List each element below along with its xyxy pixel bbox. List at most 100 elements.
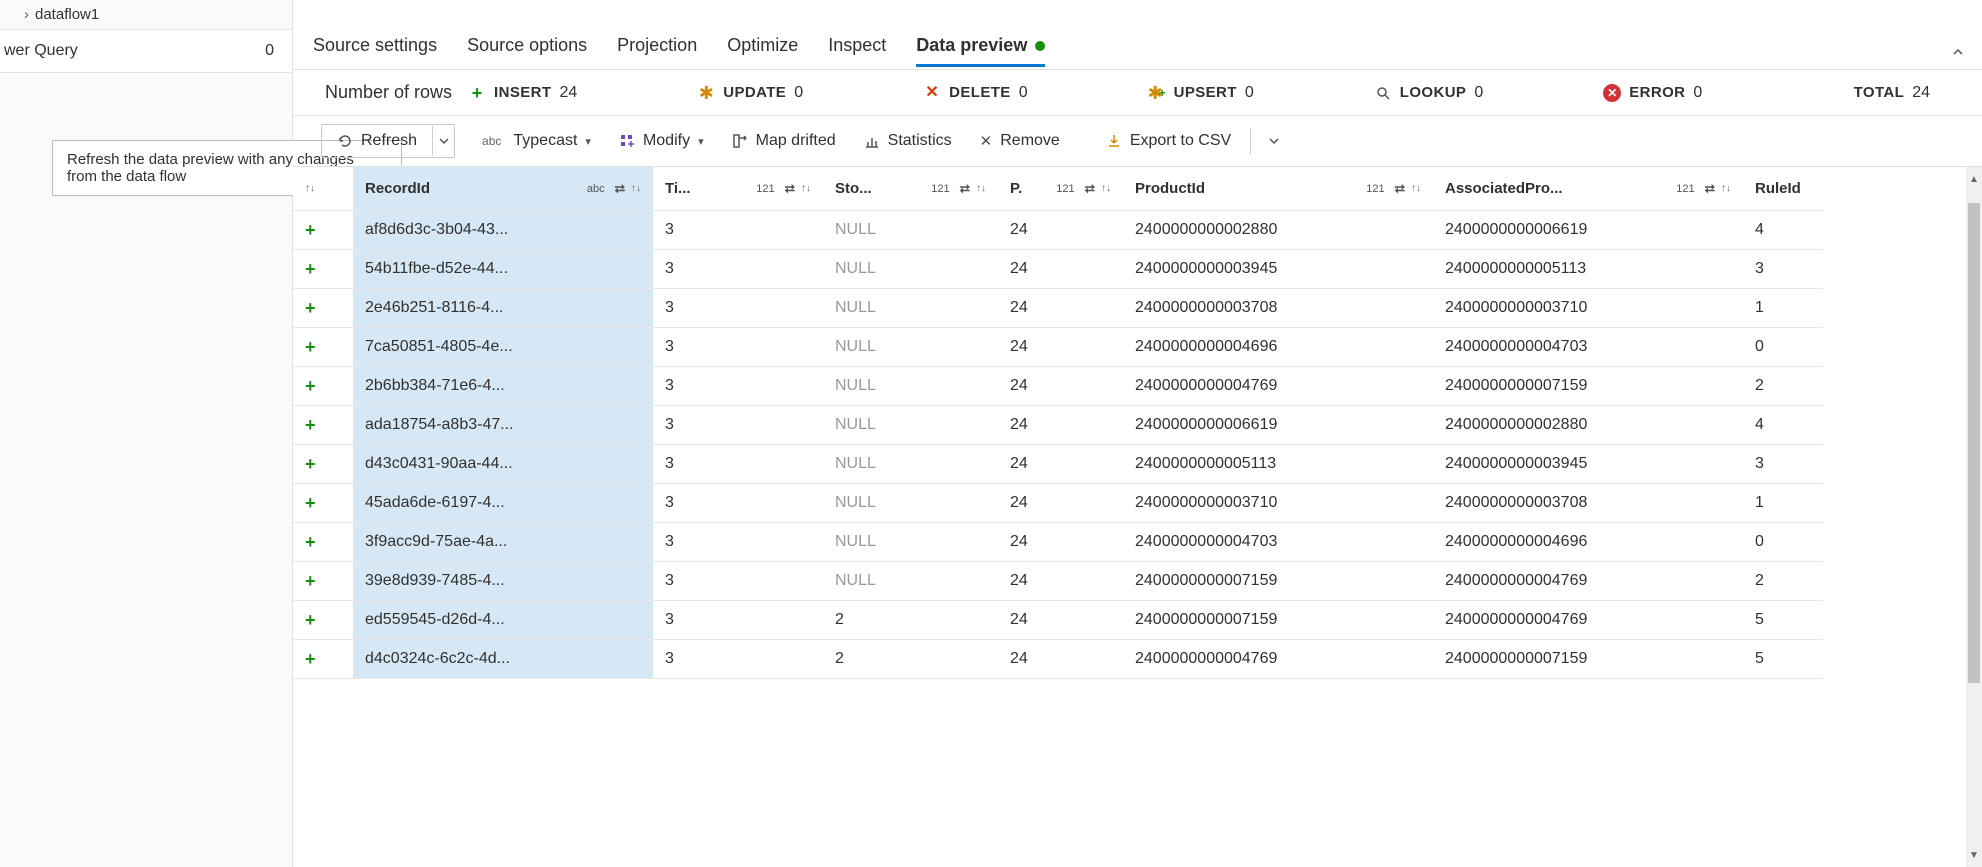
tab-projection[interactable]: Projection xyxy=(617,35,697,66)
cell-sto[interactable]: NULL xyxy=(823,211,998,250)
cell-sto[interactable]: NULL xyxy=(823,367,998,406)
cell-product[interactable]: 2400000000003708 xyxy=(1123,289,1433,328)
cell-status[interactable]: + xyxy=(293,211,353,250)
cell-sto[interactable]: NULL xyxy=(823,484,998,523)
collapse-icon[interactable] xyxy=(1950,44,1966,63)
cell-record[interactable]: 54b11fbe-d52e-44... xyxy=(353,250,653,289)
cell-sto[interactable]: NULL xyxy=(823,562,998,601)
cell-status[interactable]: + xyxy=(293,406,353,445)
cell-ti[interactable]: 3 xyxy=(653,640,823,679)
cell-assoc[interactable]: 2400000000004703 xyxy=(1433,328,1743,367)
cell-product[interactable]: 2400000000004769 xyxy=(1123,367,1433,406)
col-header-p[interactable]: P. 121 ⮂ xyxy=(998,167,1123,211)
cell-assoc[interactable]: 2400000000006619 xyxy=(1433,211,1743,250)
cell-sto[interactable]: 2 xyxy=(823,640,998,679)
cell-product[interactable]: 2400000000002880 xyxy=(1123,211,1433,250)
vertical-scrollbar[interactable]: ▲ ▼ xyxy=(1966,167,1982,867)
column-menu-icon[interactable]: ⮂ xyxy=(1085,181,1095,197)
cell-assoc[interactable]: 2400000000003708 xyxy=(1433,484,1743,523)
cell-ti[interactable]: 3 xyxy=(653,250,823,289)
cell-sto[interactable]: NULL xyxy=(823,250,998,289)
cell-product[interactable]: 2400000000004769 xyxy=(1123,640,1433,679)
cell-p[interactable]: 24 xyxy=(998,445,1123,484)
cell-ti[interactable]: 3 xyxy=(653,289,823,328)
cell-assoc[interactable]: 2400000000004769 xyxy=(1433,562,1743,601)
typecast-button[interactable]: abc Typecast ▾ xyxy=(469,125,604,157)
cell-status[interactable]: + xyxy=(293,601,353,640)
cell-ti[interactable]: 3 xyxy=(653,445,823,484)
cell-p[interactable]: 24 xyxy=(998,523,1123,562)
cell-p[interactable]: 24 xyxy=(998,484,1123,523)
sort-icon[interactable] xyxy=(976,183,986,194)
cell-ti[interactable]: 3 xyxy=(653,562,823,601)
cell-record[interactable]: 2b6bb384-71e6-4... xyxy=(353,367,653,406)
cell-status[interactable]: + xyxy=(293,367,353,406)
cell-ti[interactable]: 3 xyxy=(653,328,823,367)
cell-product[interactable]: 2400000000007159 xyxy=(1123,601,1433,640)
remove-button[interactable]: ✕ Remove xyxy=(967,125,1073,157)
cell-product[interactable]: 2400000000004703 xyxy=(1123,523,1433,562)
col-header-sto[interactable]: Sto... 121 ⮂ xyxy=(823,167,998,211)
cell-assoc[interactable]: 2400000000003710 xyxy=(1433,289,1743,328)
scroll-up-icon[interactable]: ▲ xyxy=(1966,171,1982,187)
cell-ti[interactable]: 3 xyxy=(653,406,823,445)
column-menu-icon[interactable]: ⮂ xyxy=(1395,181,1405,197)
cell-record[interactable]: af8d6d3c-3b04-43... xyxy=(353,211,653,250)
cell-rule[interactable]: 4 xyxy=(1743,211,1823,250)
cell-p[interactable]: 24 xyxy=(998,562,1123,601)
cell-rule[interactable]: 2 xyxy=(1743,562,1823,601)
export-csv-button[interactable]: Export to CSV xyxy=(1093,125,1244,157)
cell-rule[interactable]: 0 xyxy=(1743,328,1823,367)
column-menu-icon[interactable]: ⮂ xyxy=(785,181,795,197)
cell-product[interactable]: 2400000000006619 xyxy=(1123,406,1433,445)
cell-record[interactable]: d43c0431-90aa-44... xyxy=(353,445,653,484)
scrollbar-thumb[interactable] xyxy=(1968,203,1980,683)
cell-record[interactable]: 7ca50851-4805-4e... xyxy=(353,328,653,367)
col-header-ti[interactable]: Ti... 121 ⮂ xyxy=(653,167,823,211)
cell-status[interactable]: + xyxy=(293,562,353,601)
cell-rule[interactable]: 1 xyxy=(1743,289,1823,328)
cell-rule[interactable]: 5 xyxy=(1743,601,1823,640)
cell-rule[interactable]: 3 xyxy=(1743,250,1823,289)
cell-ti[interactable]: 3 xyxy=(653,367,823,406)
cell-p[interactable]: 24 xyxy=(998,289,1123,328)
cell-p[interactable]: 24 xyxy=(998,250,1123,289)
cell-assoc[interactable]: 2400000000004696 xyxy=(1433,523,1743,562)
cell-assoc[interactable]: 2400000000007159 xyxy=(1433,640,1743,679)
sort-icon[interactable] xyxy=(631,183,641,194)
cell-rule[interactable]: 2 xyxy=(1743,367,1823,406)
cell-rule[interactable]: 0 xyxy=(1743,523,1823,562)
scroll-down-icon[interactable]: ▼ xyxy=(1966,847,1982,863)
cell-p[interactable]: 24 xyxy=(998,367,1123,406)
cell-status[interactable]: + xyxy=(293,328,353,367)
cell-status[interactable]: + xyxy=(293,523,353,562)
cell-p[interactable]: 24 xyxy=(998,211,1123,250)
cell-record[interactable]: 39e8d939-7485-4... xyxy=(353,562,653,601)
cell-product[interactable]: 2400000000003710 xyxy=(1123,484,1433,523)
cell-rule[interactable]: 5 xyxy=(1743,640,1823,679)
modify-button[interactable]: Modify ▾ xyxy=(606,125,717,157)
cell-rule[interactable]: 4 xyxy=(1743,406,1823,445)
cell-record[interactable]: 3f9acc9d-75ae-4a... xyxy=(353,523,653,562)
section-power-query[interactable]: wer Query 0 xyxy=(0,29,292,73)
cell-status[interactable]: + xyxy=(293,445,353,484)
cell-assoc[interactable]: 2400000000007159 xyxy=(1433,367,1743,406)
cell-ti[interactable]: 3 xyxy=(653,601,823,640)
sort-icon[interactable] xyxy=(1721,183,1731,194)
col-header-productid[interactable]: ProductId 121 ⮂ xyxy=(1123,167,1433,211)
cell-record[interactable]: ed559545-d26d-4... xyxy=(353,601,653,640)
tab-source-settings[interactable]: Source settings xyxy=(313,35,437,66)
tab-inspect[interactable]: Inspect xyxy=(828,35,886,66)
data-grid-scroll[interactable]: RecordId abc ⮂ Ti... 121 ⮂ Sto... 121 xyxy=(293,167,1966,867)
cell-p[interactable]: 24 xyxy=(998,328,1123,367)
more-dropdown[interactable] xyxy=(1257,126,1291,156)
cell-rule[interactable]: 3 xyxy=(1743,445,1823,484)
col-header-assoc[interactable]: AssociatedPro... 121 ⮂ xyxy=(1433,167,1743,211)
cell-status[interactable]: + xyxy=(293,289,353,328)
sort-icon[interactable] xyxy=(801,183,811,194)
cell-assoc[interactable]: 2400000000002880 xyxy=(1433,406,1743,445)
cell-product[interactable]: 2400000000003945 xyxy=(1123,250,1433,289)
cell-sto[interactable]: NULL xyxy=(823,289,998,328)
col-header-ruleid[interactable]: RuleId xyxy=(1743,167,1823,211)
tab-data-preview[interactable]: Data preview xyxy=(916,35,1045,66)
